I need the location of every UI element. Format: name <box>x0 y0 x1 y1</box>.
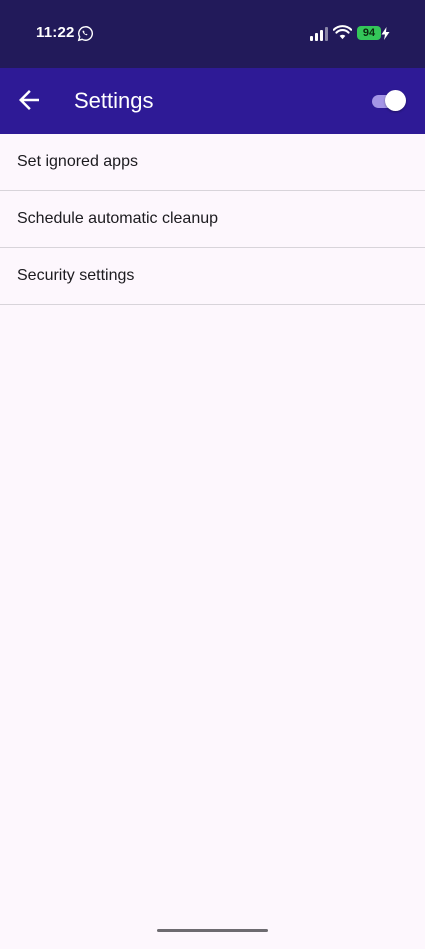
page-title: Settings <box>74 88 154 113</box>
charging-bolt-icon <box>381 27 390 40</box>
back-button[interactable] <box>14 85 44 115</box>
battery-level: 94 <box>362 27 376 39</box>
settings-list: Set ignored apps Schedule automatic clea… <box>0 134 425 305</box>
whatsapp-icon <box>77 26 93 42</box>
master-toggle[interactable] <box>370 90 406 112</box>
status-bar: 11:22 94 <box>0 0 425 68</box>
toggle-thumb <box>385 90 406 111</box>
wifi-icon <box>333 25 352 40</box>
settings-item-security[interactable]: Security settings <box>0 248 425 305</box>
settings-item-automatic-cleanup[interactable]: Schedule automatic cleanup <box>0 191 425 248</box>
signal-icon <box>310 27 328 41</box>
settings-item-ignored-apps[interactable]: Set ignored apps <box>0 134 425 191</box>
app-bar: Settings <box>0 68 425 134</box>
status-time: 11:22 <box>36 24 75 41</box>
battery-icon: 94 <box>357 26 381 40</box>
arrow-left-icon <box>19 90 39 110</box>
home-indicator[interactable] <box>157 929 268 932</box>
